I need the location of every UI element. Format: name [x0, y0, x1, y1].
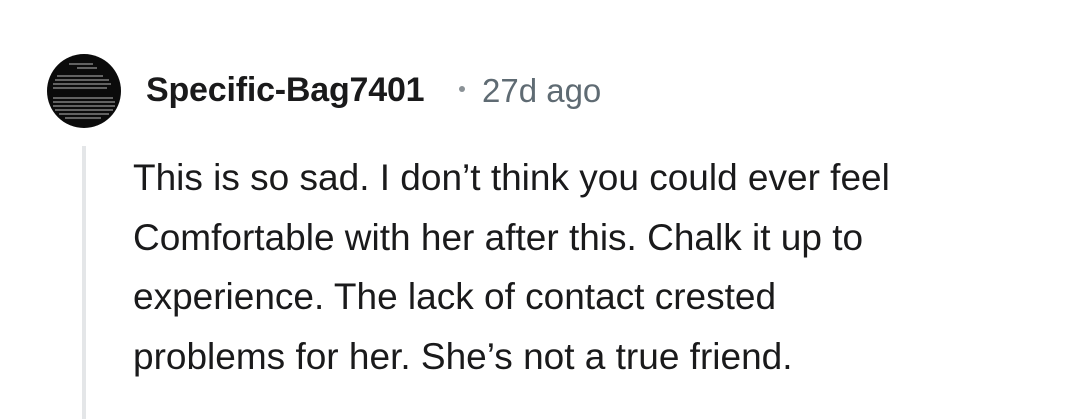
username-link[interactable]: Specific-Bag7401 — [146, 71, 425, 110]
comment-body-line: experience. The lack of contact crested — [133, 276, 777, 318]
comment-timestamp[interactable]: 27d ago — [482, 72, 601, 110]
comment-body-line: This is so sad. I don’t think you could … — [133, 157, 890, 198]
comment-body: This is so sad. I don’t think you could … — [133, 148, 1033, 386]
avatar-text-texture — [53, 63, 115, 119]
comment: Specific-Bag7401 27d ago This is so sad.… — [0, 0, 1080, 419]
comment-body-line: problems for her. She’s not a true frien… — [133, 335, 793, 377]
thread-collapse-line[interactable] — [82, 146, 86, 419]
comment-body-line: Comfortable with her after this. Chalk i… — [133, 216, 864, 258]
user-avatar-icon[interactable] — [47, 54, 121, 128]
meta-separator-dot — [459, 86, 465, 92]
